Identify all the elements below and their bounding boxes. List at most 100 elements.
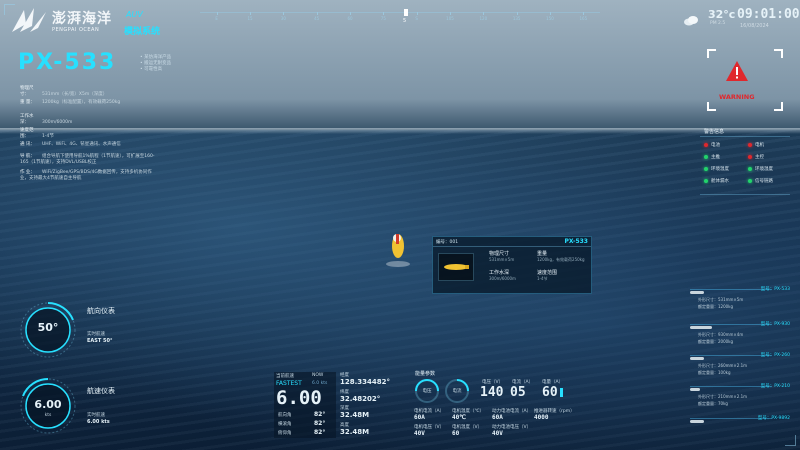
vessel-tag: • 可靠性高 bbox=[140, 67, 163, 72]
nav-row-value: 82° bbox=[314, 411, 326, 418]
speed-unit: kts bbox=[44, 413, 52, 418]
spec-row: 通 讯： UHF、WiFi、4G、铱星通讯、水声通信 bbox=[20, 142, 160, 148]
brand-name-en: PENGPAI OCEAN bbox=[52, 27, 100, 33]
scale-label: 150 bbox=[546, 16, 554, 21]
popup-model: PX-533 bbox=[564, 238, 588, 245]
nav-speed-value: 6.00 bbox=[276, 387, 322, 409]
nav-position-panel: 经度 128.334482° 纬度 32.48202° 深度 32.48M 高度… bbox=[340, 372, 400, 438]
longitude-value: 128.334482° bbox=[340, 378, 390, 386]
logo-icon bbox=[12, 8, 46, 32]
spec-value: 300m/6000m bbox=[42, 120, 73, 125]
divider bbox=[690, 289, 772, 290]
current-gauge: 电流 bbox=[444, 378, 470, 404]
scale-tick bbox=[216, 12, 218, 15]
cloud-icon bbox=[683, 11, 699, 30]
voltage-value: 140 bbox=[480, 385, 504, 400]
fleet-title: 型号：PX-533 bbox=[760, 287, 790, 292]
spec-row: 速度范围： 1-4节 bbox=[20, 128, 160, 140]
vehicle-icon bbox=[690, 357, 704, 360]
fleet-weight: 额定重量：2000kg bbox=[698, 339, 734, 344]
scale-tick bbox=[416, 12, 418, 15]
corner-bracket bbox=[4, 4, 15, 15]
power-metric-value: 4000 bbox=[534, 414, 549, 421]
current-gauge-label: 电流 bbox=[452, 389, 462, 394]
alert-label: 主控 bbox=[755, 155, 764, 160]
divider bbox=[700, 136, 790, 137]
spec-value: 531mm（长/宽）X5m（深度） bbox=[42, 92, 108, 97]
divider bbox=[690, 355, 772, 356]
alert-label: 环境温度 bbox=[711, 167, 729, 172]
brand-logo bbox=[10, 6, 48, 38]
alert-label: 舱体漏水 bbox=[711, 179, 729, 184]
popup-field-key: 工作水深 bbox=[489, 270, 510, 276]
power-metric-value: 60A bbox=[492, 414, 503, 421]
latitude-value: 32.48202° bbox=[340, 395, 381, 403]
speed-sub-label: 实时航速 bbox=[87, 413, 105, 418]
speed-value: 6.00 bbox=[34, 398, 62, 411]
status-dot bbox=[704, 166, 708, 171]
fleet-size: 外形尺寸：260mm×2.1m bbox=[698, 363, 748, 368]
popup-field-value: 300m/6000m bbox=[489, 276, 516, 281]
compass-scale-line bbox=[200, 12, 600, 13]
spec-row: 导 航： 组合导航下使用导航1%航程（1节航速），可扩展至160-165（1节航速… bbox=[20, 154, 160, 166]
scale-label: 135 bbox=[512, 16, 521, 21]
fleet-title: 型号：PX-210 bbox=[760, 384, 790, 389]
pm-label: PM 2.5 bbox=[710, 21, 726, 26]
alert-label: 电机 bbox=[755, 143, 764, 148]
fleet-title: 型号：PX-930 bbox=[760, 322, 790, 327]
brand-product: AUV bbox=[126, 10, 143, 19]
fleet-item[interactable]: 型号：PX-260 外形尺寸：260mm×2.1m 额定重量：100kg bbox=[690, 352, 790, 382]
popup-field-key: 重量 bbox=[537, 251, 548, 257]
scale-label: 165 bbox=[579, 16, 588, 21]
scale-tick bbox=[283, 12, 285, 15]
power-title: 能量参数 bbox=[415, 371, 436, 377]
spec-value: 1-4节 bbox=[42, 134, 54, 139]
speed-title: 航速仪表 bbox=[87, 387, 115, 395]
buoy-vehicle[interactable] bbox=[385, 232, 411, 276]
heading-sub-label: 实时航速 bbox=[87, 332, 105, 337]
spec-row: 作 业： WiFi/ZigBee/GPS/BDS/4G数据回传，支持多机协同作业，… bbox=[20, 170, 160, 182]
alerts-title: 警告信息 bbox=[704, 129, 725, 135]
scale-tick bbox=[250, 12, 251, 15]
vehicle-icon bbox=[690, 291, 704, 294]
fleet-title: 型号：PX-9892 bbox=[757, 416, 790, 421]
nav-mode-label: 当前航速 bbox=[276, 374, 294, 379]
status-dot bbox=[748, 178, 752, 183]
voltage-gauge: 电压 bbox=[414, 378, 440, 404]
power-metric-value: 40℃ bbox=[452, 414, 466, 421]
divider bbox=[700, 194, 790, 195]
compass-marker-value: 5 bbox=[403, 18, 407, 24]
spec-row: 工作水深： 300m/6000m bbox=[20, 114, 160, 126]
scale-label: 75 bbox=[380, 16, 386, 21]
divider bbox=[690, 386, 772, 387]
speed-sub-value: 6.00 kts bbox=[87, 419, 110, 425]
alert-label: 电池 bbox=[711, 143, 720, 148]
alert-item: 环境温度 bbox=[704, 166, 729, 172]
alert-item: 主控 bbox=[748, 154, 764, 160]
status-dot bbox=[704, 154, 708, 159]
brand-system: 模拟系统 bbox=[124, 27, 161, 37]
vehicle-thumbnail bbox=[438, 253, 474, 281]
vehicle-icon bbox=[690, 388, 700, 391]
capacity-value: 60 bbox=[542, 385, 558, 400]
nav-row-value: 82° bbox=[314, 429, 326, 436]
status-dot bbox=[704, 142, 708, 147]
current-value: 05 bbox=[510, 385, 526, 400]
power-metric-value: 40V bbox=[414, 430, 425, 437]
spec-key: 工作水深： bbox=[20, 114, 34, 125]
power-panel: 能量参数 电压 电流 电压（V） 140 电流（A） 05 电量（A） 60 电… bbox=[410, 368, 580, 442]
alert-label: 主推 bbox=[711, 155, 720, 160]
scale-label: S bbox=[415, 16, 418, 21]
speed-gauge: 6.00 kts bbox=[18, 376, 78, 436]
alert-label: 信号链路 bbox=[755, 179, 773, 184]
fleet-item[interactable]: 型号：PX-9892 bbox=[690, 415, 790, 427]
clock-time: 09:01:00 bbox=[737, 7, 800, 22]
vessel-name: PX-533 bbox=[18, 50, 117, 75]
fleet-item[interactable]: 型号：PX-930 外形尺寸：930mm×4m 额定重量：2000kg bbox=[690, 321, 790, 351]
scale-tick bbox=[383, 12, 385, 15]
fleet-item[interactable]: 型号：PX-210 外形尺寸：210mm×2.1m 额定重量：70kg bbox=[690, 383, 790, 413]
power-metric-value: 40V bbox=[492, 430, 503, 437]
nav-speed-panel: 当前航速 NOW FASTEST 6.0 kts 6.00 航向角 82° 横滚… bbox=[274, 372, 336, 438]
corner-bracket bbox=[785, 435, 796, 446]
fleet-item[interactable]: 型号：PX-533 外形尺寸：531mm×5m 额定重量：1200kg bbox=[690, 286, 790, 316]
